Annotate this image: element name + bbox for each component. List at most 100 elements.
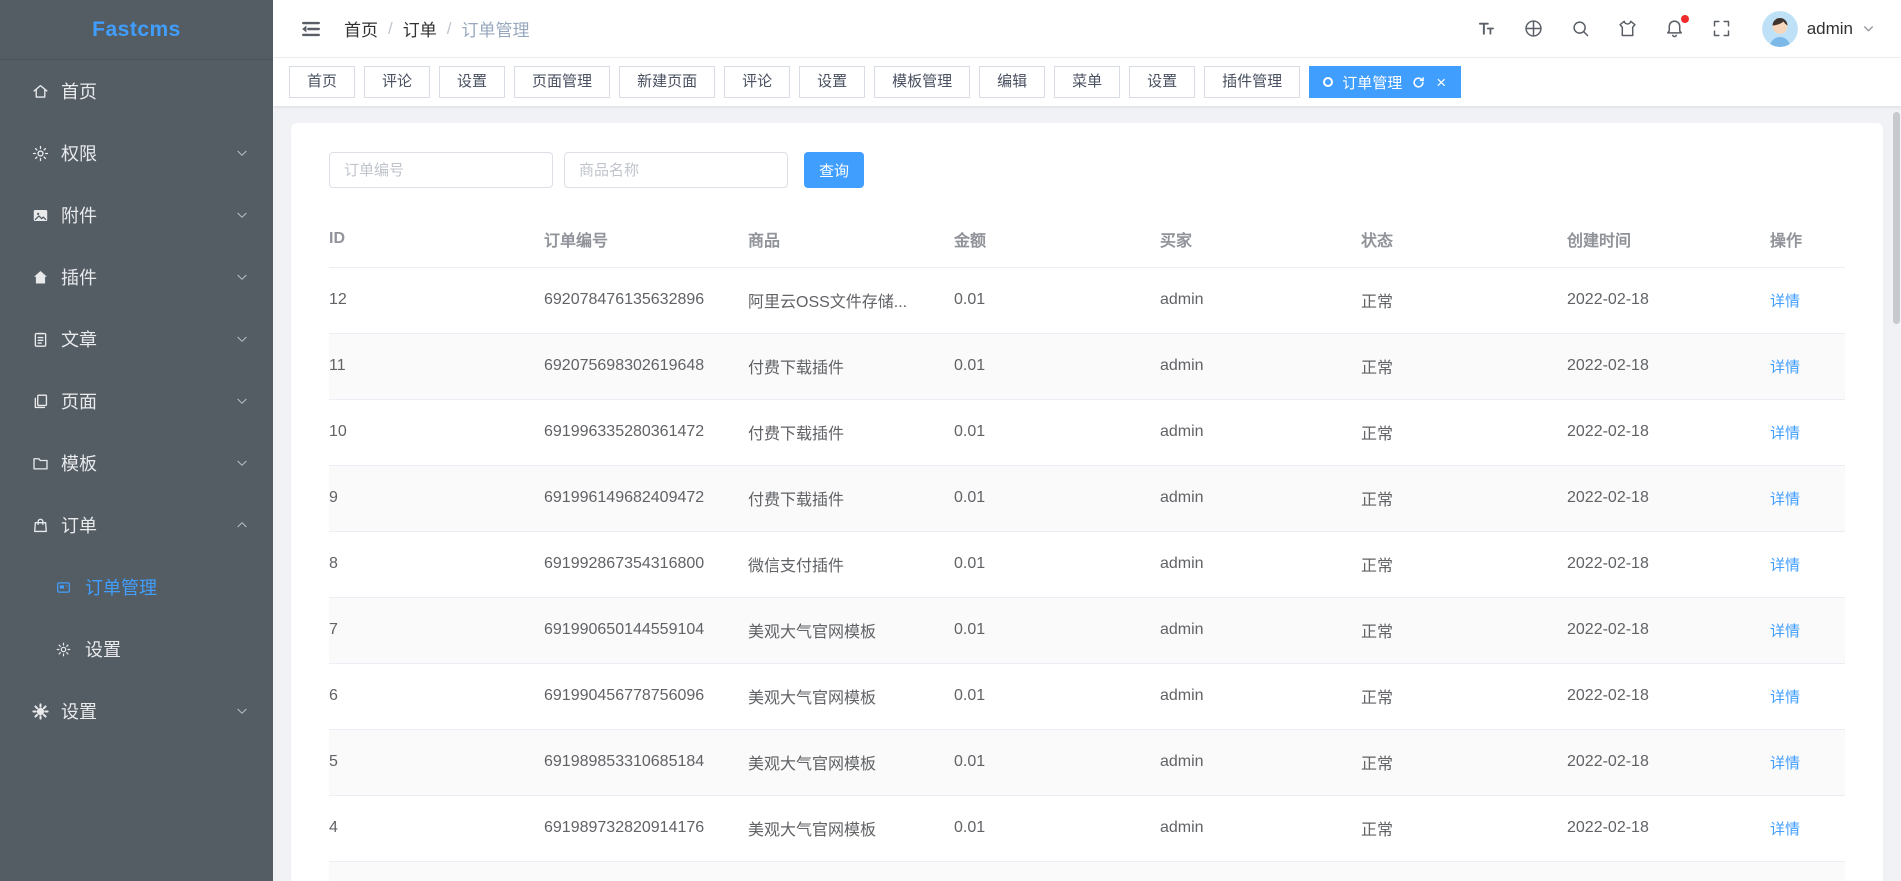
detail-link[interactable]: 详情 <box>1770 425 1800 442</box>
attachment-image-icon <box>33 209 48 221</box>
chevron-down-icon <box>237 150 247 156</box>
page-content: 查询 ID订单编号商品金额买家状态创建时间操作 1269207847613563… <box>273 106 1901 881</box>
vertical-scrollbar[interactable] <box>1893 112 1900 324</box>
sidebar-item-settings[interactable]: 设置 <box>0 680 273 742</box>
guide-icon <box>1525 20 1542 37</box>
sidebar-subitem-order-management[interactable]: 订单管理 <box>0 556 273 618</box>
table-cell: 正常 <box>1361 267 1567 334</box>
settings-solid-gear-icon <box>32 702 49 720</box>
theme-shirt-icon[interactable] <box>1617 18 1638 39</box>
sidebar-subitem-order-settings[interactable]: 设置 <box>0 618 273 680</box>
table-cell: 0.01 <box>954 729 1160 796</box>
guide-icon[interactable] <box>1523 18 1544 39</box>
tab-10[interactable]: 设置 <box>1129 66 1196 98</box>
detail-link[interactable]: 详情 <box>1770 689 1800 706</box>
sidebar-item-pages[interactable]: 页面 <box>0 370 273 432</box>
settings-gear-icon <box>56 642 71 656</box>
sidebar-collapse-icon[interactable] <box>300 18 322 40</box>
table-cell: 2022-02-18 <box>1567 531 1770 598</box>
breadcrumb-current: 订单管理 <box>461 21 530 40</box>
search-icon[interactable] <box>1570 18 1591 39</box>
detail-link[interactable]: 详情 <box>1770 293 1800 310</box>
sidebar-item-articles[interactable]: 文章 <box>0 308 273 370</box>
table-cell: 2022-02-18 <box>1567 465 1770 532</box>
table-row: 5 691989853310685184 美观大气官网模板 0.01 admin 正常 20… <box>329 729 1845 796</box>
font-size-icon[interactable] <box>1476 18 1497 39</box>
detail-link[interactable]: 详情 <box>1770 755 1800 772</box>
orders-table: ID 订单编号 商品 金额 买家 状态 创建时间 操作 12 69207847613563289… <box>329 212 1845 881</box>
app-logo[interactable]: Fastcms <box>0 0 273 60</box>
query-button[interactable]: 查询 <box>804 152 865 188</box>
table-row-partial <box>329 861 1845 881</box>
fullscreen-icon[interactable] <box>1711 18 1732 39</box>
breadcrumb: 首页 / 订单 / 订单管理 <box>344 16 529 41</box>
table-cell: 0.01 <box>954 663 1160 730</box>
tab-6[interactable]: 设置 <box>799 66 866 98</box>
table-cell: 正常 <box>1361 663 1567 730</box>
table-cell: 正常 <box>1361 597 1567 664</box>
sidebar-item-home[interactable]: 首页 <box>0 60 273 122</box>
table-row: 8 691992867354316800 微信支付插件 0.01 admin 正常 2022… <box>329 531 1845 598</box>
table-cell: admin <box>1160 597 1361 664</box>
user-menu[interactable]: admin <box>1761 10 1875 47</box>
table-cell: 2022-02-18 <box>1567 333 1770 400</box>
pages-copy-icon <box>34 393 48 408</box>
sidebar: Fastcms 首页 权限 附件 插件 文章 页面 模板 订单 订单管理 设置 设置 <box>0 0 273 881</box>
tab-4[interactable]: 新建页面 <box>619 66 716 98</box>
table-cell: 付费下载插件 <box>748 333 954 400</box>
sidebar-item-permissions[interactable]: 权限 <box>0 122 273 184</box>
tab-11[interactable]: 插件管理 <box>1204 66 1301 98</box>
tab-1[interactable]: 评论 <box>364 66 431 98</box>
chevron-down-icon <box>237 274 247 280</box>
tab-8[interactable]: 编辑 <box>979 66 1046 98</box>
table-cell: 2022-02-18 <box>1567 597 1770 664</box>
table-cell: admin <box>1160 267 1361 334</box>
user-name[interactable]: admin <box>1807 19 1853 39</box>
breadcrumb-home[interactable]: 首页 <box>344 16 378 41</box>
order-no-input[interactable] <box>329 152 553 188</box>
table-cell: 美观大气官网模板 <box>748 795 954 862</box>
table-cell: 2022-02-18 <box>1567 729 1770 796</box>
detail-link[interactable]: 详情 <box>1770 623 1800 640</box>
table-cell: 10 <box>329 399 544 466</box>
notification-bell-icon[interactable] <box>1664 15 1689 39</box>
table-row: 7 691990650144559104 美观大气官网模板 0.01 admin 正常 20… <box>329 597 1845 664</box>
chevron-down-icon <box>1862 22 1875 35</box>
table-cell-actions: 详情 <box>1770 795 1845 862</box>
detail-link[interactable]: 详情 <box>1770 359 1800 376</box>
product-name-input[interactable] <box>564 152 788 188</box>
table-cell: 0.01 <box>954 333 1160 400</box>
chevron-down-icon <box>237 398 247 404</box>
template-folder-icon <box>33 457 48 470</box>
detail-link[interactable]: 详情 <box>1770 821 1800 838</box>
tab-0[interactable]: 首页 <box>289 66 356 98</box>
sidebar-item-orders[interactable]: 订单 <box>0 494 273 556</box>
tab-7[interactable]: 模板管理 <box>874 66 971 98</box>
breadcrumb-orders[interactable]: 订单 <box>403 16 437 41</box>
detail-link[interactable]: 详情 <box>1770 491 1800 508</box>
sidebar-item-label: 页面 <box>61 392 97 412</box>
close-icon[interactable]: × <box>1435 74 1447 91</box>
table-cell: 正常 <box>1361 399 1567 466</box>
table-cell: 付费下载插件 <box>748 465 954 532</box>
sidebar-item-attachments[interactable]: 附件 <box>0 184 273 246</box>
font-size-icon <box>1478 22 1494 35</box>
table-cell: 2022-02-18 <box>1567 795 1770 862</box>
table-cell: 正常 <box>1361 795 1567 862</box>
detail-link[interactable]: 详情 <box>1770 557 1800 574</box>
column-header: 订单编号 <box>544 212 748 268</box>
table-cell: 691990456778756096 <box>544 663 748 730</box>
tab-order-management-active[interactable]: 订单管理 × <box>1309 66 1462 98</box>
tab-3[interactable]: 页面管理 <box>514 66 611 98</box>
sidebar-item-templates[interactable]: 模板 <box>0 432 273 494</box>
sidebar-item-plugins[interactable]: 插件 <box>0 246 273 308</box>
table-cell: admin <box>1160 465 1361 532</box>
table-cell: 正常 <box>1361 531 1567 598</box>
refresh-icon[interactable] <box>1411 75 1426 90</box>
tab-2[interactable]: 设置 <box>439 66 506 98</box>
active-tab-dot-icon <box>1323 77 1334 87</box>
avatar[interactable] <box>1761 10 1798 47</box>
tab-9[interactable]: 菜单 <box>1054 66 1121 98</box>
search-icon <box>1573 21 1588 37</box>
tab-5[interactable]: 评论 <box>724 66 791 98</box>
